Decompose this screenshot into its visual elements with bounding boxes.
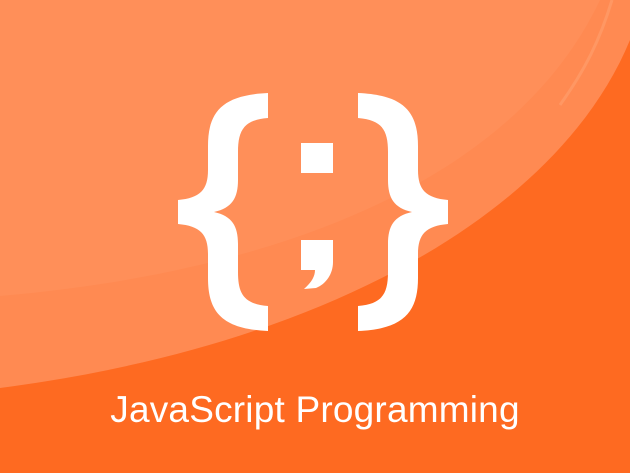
semicolon-dot-icon: [301, 143, 333, 173]
right-brace-icon: [358, 93, 448, 331]
course-banner: JavaScript Programming: [0, 0, 630, 473]
course-title: JavaScript Programming: [110, 389, 520, 430]
left-brace-icon: [178, 93, 268, 331]
semicolon-comma-icon: [301, 240, 333, 289]
